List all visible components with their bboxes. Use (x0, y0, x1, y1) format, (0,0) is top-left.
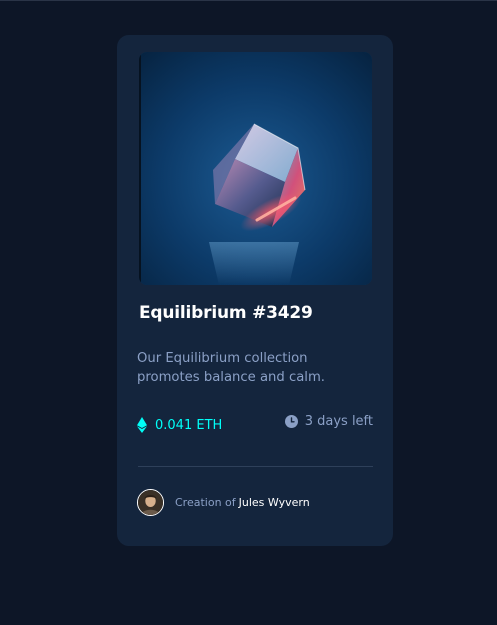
time-left: 3 days left (304, 414, 373, 429)
clock-icon (284, 415, 298, 428)
creator-name-link[interactable]: Jules Wyvern (239, 496, 310, 509)
avatar-image (138, 490, 163, 515)
ethereum-icon (137, 417, 147, 433)
creator-info: Creation of Jules Wyvern (137, 489, 310, 516)
nft-image[interactable] (139, 52, 372, 285)
top-border (0, 0, 497, 1)
creation-label: Creation of (175, 496, 236, 509)
card-description: Our Equilibrium collection promotes bala… (137, 351, 325, 385)
cube-artwork (139, 52, 372, 285)
card-title[interactable]: Equilibrium #3429 (139, 303, 313, 323)
nft-card: Equilibrium #3429 Our Equilibrium collec… (117, 35, 393, 546)
price-value: 0.041 ETH (155, 417, 223, 433)
price-info: 0.041 ETH (137, 417, 222, 433)
time-info: 3 days left (284, 414, 373, 429)
avatar (137, 489, 164, 516)
divider (138, 466, 373, 467)
